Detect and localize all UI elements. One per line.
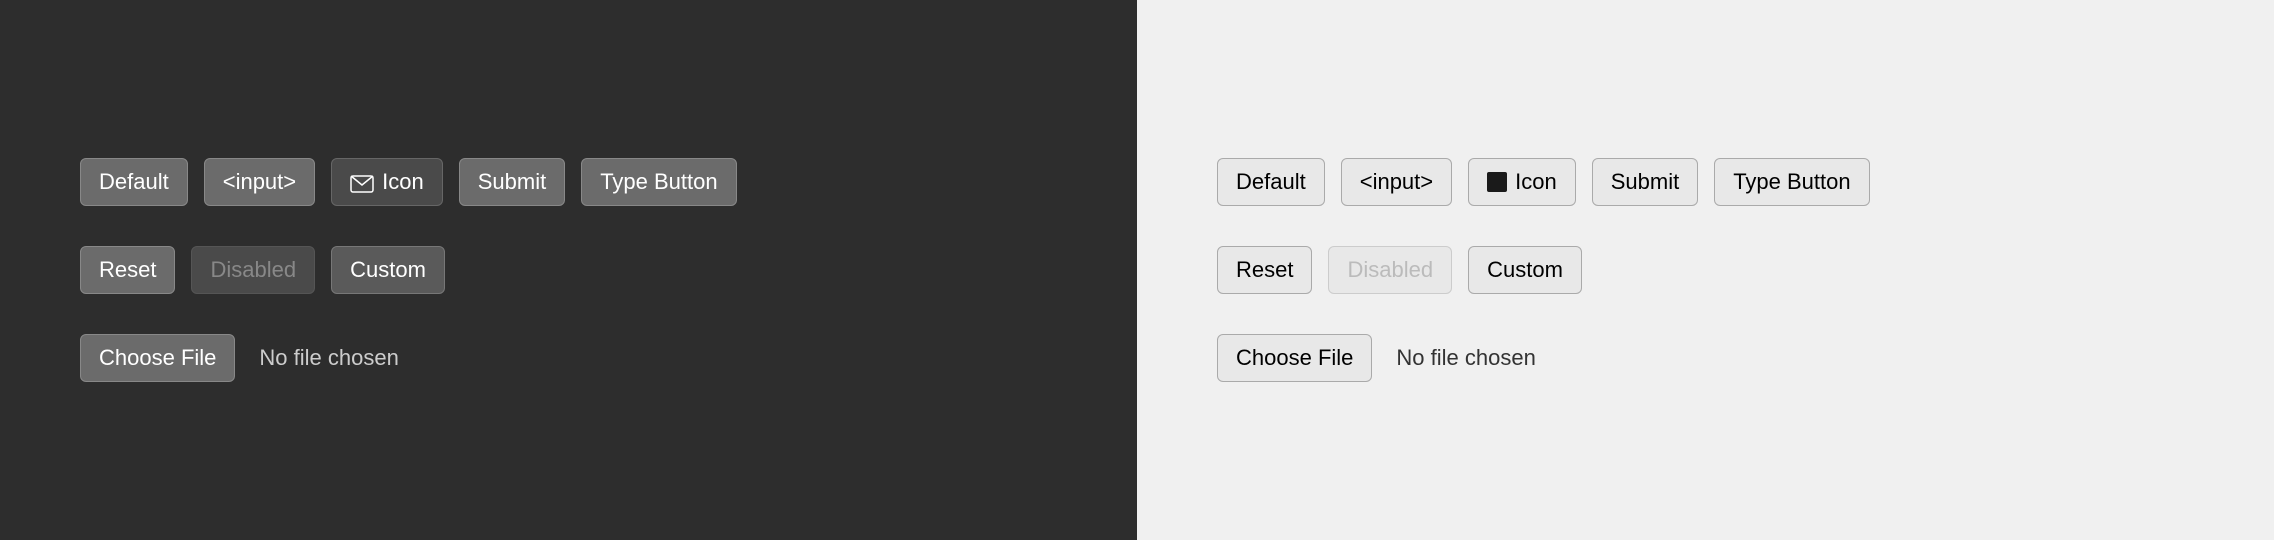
light-panel: Default <input> Icon Submit Type Button … [1137, 0, 2274, 540]
light-row-3: Choose File No file chosen [1217, 334, 2194, 382]
light-custom-button[interactable]: Custom [1468, 246, 1582, 294]
dark-icon-button-label: Icon [382, 169, 424, 195]
dark-no-file-label: No file chosen [259, 345, 398, 371]
light-submit-button[interactable]: Submit [1592, 158, 1698, 206]
light-disabled-button: Disabled [1328, 246, 1452, 294]
dark-row-1: Default <input> Icon Submit Type Button [80, 158, 1057, 206]
icon-square [1487, 172, 1507, 192]
dark-disabled-button: Disabled [191, 246, 315, 294]
dark-panel: Default <input> Icon Submit Type Button … [0, 0, 1137, 540]
light-default-button[interactable]: Default [1217, 158, 1325, 206]
light-icon-button-label: Icon [1515, 169, 1557, 195]
light-icon-button[interactable]: Icon [1468, 158, 1576, 206]
light-reset-button[interactable]: Reset [1217, 246, 1312, 294]
dark-default-button[interactable]: Default [80, 158, 188, 206]
light-input-button[interactable]: <input> [1341, 158, 1452, 206]
envelope-icon [350, 173, 374, 191]
light-choose-file-button[interactable]: Choose File [1217, 334, 1372, 382]
light-no-file-label: No file chosen [1396, 345, 1535, 371]
dark-icon-button[interactable]: Icon [331, 158, 443, 206]
dark-reset-button[interactable]: Reset [80, 246, 175, 294]
dark-input-button[interactable]: <input> [204, 158, 315, 206]
light-type-button[interactable]: Type Button [1714, 158, 1869, 206]
light-row-2: Reset Disabled Custom [1217, 246, 2194, 294]
dark-choose-file-button[interactable]: Choose File [80, 334, 235, 382]
dark-submit-button[interactable]: Submit [459, 158, 565, 206]
light-row-1: Default <input> Icon Submit Type Button [1217, 158, 2194, 206]
dark-custom-button[interactable]: Custom [331, 246, 445, 294]
dark-type-button[interactable]: Type Button [581, 158, 736, 206]
dark-row-2: Reset Disabled Custom [80, 246, 1057, 294]
dark-row-3: Choose File No file chosen [80, 334, 1057, 382]
